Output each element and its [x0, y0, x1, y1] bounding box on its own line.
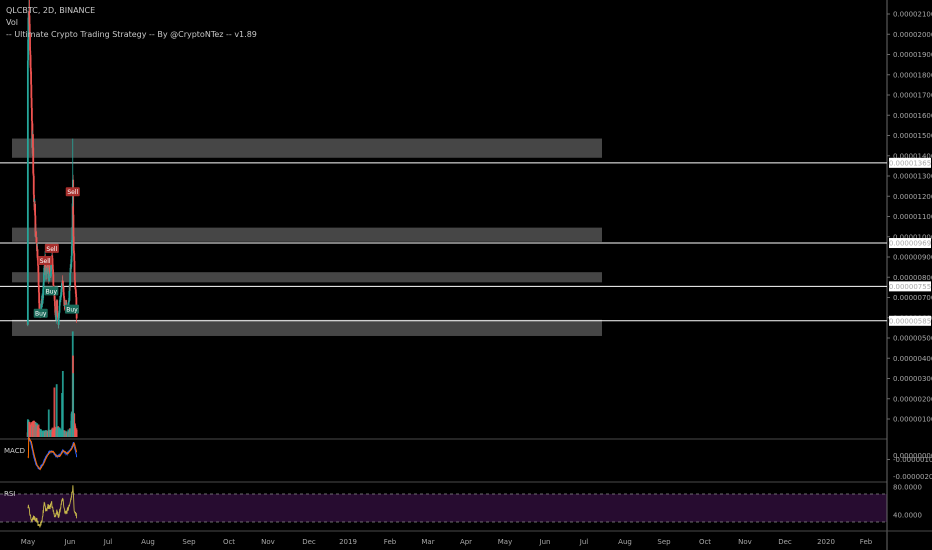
svg-text:Buy: Buy	[66, 307, 78, 314]
time-tick-label: Jul	[579, 538, 589, 546]
svg-text:Buy: Buy	[46, 288, 58, 295]
svg-text:Sell: Sell	[46, 246, 57, 253]
time-tick-label: Nov	[738, 538, 752, 546]
svg-text:Sell: Sell	[40, 258, 51, 265]
volume-bar	[47, 409, 50, 437]
candle-body	[40, 303, 43, 310]
chart-canvas[interactable]: Sell Sell Buy Buy Buy Sell MACD RSI 0.00002100 0.…	[0, 0, 932, 550]
price-tick-label: 0.00000700	[893, 294, 932, 302]
symbol-title: QLCBTC, 2D, BINANCE	[6, 6, 96, 15]
level-price-label: 0.00000755	[889, 283, 931, 291]
candle-body	[37, 285, 40, 293]
level-price-label: 0.00001365	[889, 159, 931, 167]
candle-body	[52, 269, 54, 275]
price-tick-label: 0.00001500	[893, 132, 932, 140]
volume-indicator-label[interactable]: Vol	[6, 18, 18, 27]
time-tick-label: Jun	[64, 538, 76, 546]
volume-bar	[53, 387, 56, 437]
sr-zone	[12, 227, 602, 242]
buy-signal-label: Buy	[44, 286, 59, 296]
macd-pane-title: MACD	[4, 447, 25, 455]
volume-bar	[55, 384, 58, 437]
strategy-indicator-label[interactable]: -- Ultimate Crypto Trading Strategy -- B…	[6, 30, 257, 39]
time-tick-label: May	[21, 538, 35, 546]
price-tick-label: 0.00000800	[893, 274, 932, 282]
time-tick-label: Dec	[778, 538, 792, 546]
time-tick-label: Jun	[539, 538, 551, 546]
sr-zone	[12, 138, 602, 158]
time-tick-label: Sep	[182, 538, 196, 546]
price-tick-label: 0.00001300	[893, 173, 932, 181]
time-tick-label: May	[498, 538, 512, 546]
price-tick-label: 0.00000100	[893, 416, 932, 424]
time-tick-label: Oct	[699, 538, 711, 546]
buy-signal-label: Buy	[64, 304, 79, 314]
price-tick-label: 0.00002000	[893, 31, 932, 39]
time-tick-label: Aug	[141, 538, 155, 546]
rsi-pane-title: RSI	[4, 490, 15, 498]
macd-tick-label: 0.00000000	[893, 452, 932, 460]
time-tick-label: Oct	[223, 538, 235, 546]
price-tick-label: 0.00001600	[893, 112, 932, 120]
volume-bar	[72, 373, 75, 437]
volume-bar	[61, 371, 64, 437]
price-tick-label: 0.00001900	[893, 51, 932, 59]
level-price-label: 0.00000585	[889, 317, 931, 325]
price-tick-label: 0.00002100	[893, 11, 932, 19]
time-tick-label: Apr	[460, 538, 472, 546]
sell-signal-label: Sell	[65, 187, 80, 197]
rsi-tick-label: 40.0000	[893, 512, 922, 520]
price-tick-label: 0.00001100	[893, 213, 932, 221]
sr-zone	[12, 319, 602, 336]
buy-signal-label: Buy	[33, 308, 48, 318]
price-tick-label: 0.00000900	[893, 254, 932, 262]
volume-bar	[75, 429, 78, 437]
time-tick-label: Aug	[618, 538, 632, 546]
time-tick-label: 2020	[817, 538, 835, 546]
trading-chart-window: Sell Sell Buy Buy Buy Sell MACD RSI 0.00002100 0.…	[0, 0, 932, 550]
rsi-band	[0, 494, 887, 522]
candle-body	[41, 300, 44, 304]
price-tick-label: 0.00000200	[893, 395, 932, 403]
candle-body	[42, 289, 45, 299]
candle-body	[73, 260, 76, 273]
time-tick-label: Feb	[860, 538, 873, 546]
sell-signal-label: Sell	[44, 243, 59, 253]
price-tick-label: 0.00001200	[893, 193, 932, 201]
price-tick-label: 0.00000400	[893, 355, 932, 363]
candle-body	[43, 272, 45, 282]
candle-body	[26, 60, 29, 325]
macd-tick-label: -0.00000200	[893, 473, 932, 481]
price-tick-label: 0.00001700	[893, 92, 932, 100]
price-tick-label: 0.00000300	[893, 375, 932, 383]
candle-body	[67, 302, 70, 305]
svg-text:Buy: Buy	[35, 311, 47, 318]
time-tick-label: Mar	[421, 538, 434, 546]
rsi-tick-label: 80.0000	[893, 484, 922, 492]
price-tick-label: 0.00001800	[893, 71, 932, 79]
sell-signal-label: Sell	[38, 256, 53, 266]
time-tick-label: Dec	[302, 538, 316, 546]
sr-zone	[12, 272, 602, 283]
time-tick-label: Feb	[384, 538, 397, 546]
time-tick-label: Jul	[103, 538, 113, 546]
svg-text:Sell: Sell	[67, 189, 78, 196]
time-tick-label: Sep	[657, 538, 671, 546]
time-tick-label: Nov	[261, 538, 275, 546]
level-price-label: 0.00000969	[889, 240, 931, 248]
price-tick-label: 0.00000500	[893, 335, 932, 343]
time-tick-label: 2019	[339, 538, 357, 546]
